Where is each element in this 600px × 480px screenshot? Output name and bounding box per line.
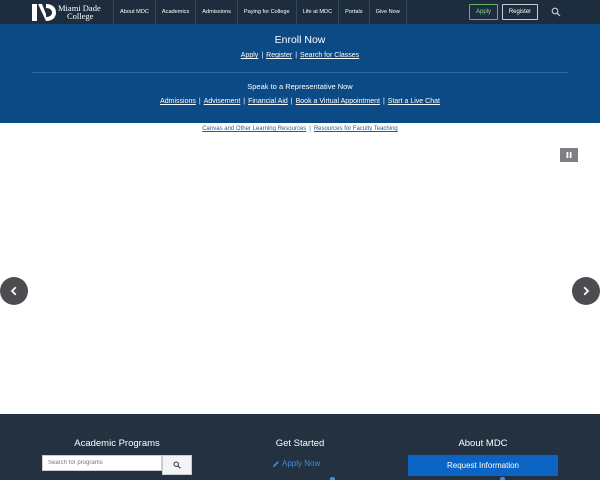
search-icon[interactable] bbox=[551, 7, 561, 17]
mdc-logo[interactable]: Miami Dade College bbox=[32, 2, 101, 22]
carousel-prev-button[interactable] bbox=[0, 277, 28, 305]
academic-programs-title: Academic Programs bbox=[74, 438, 160, 449]
nav-admissions[interactable]: Admissions bbox=[195, 0, 237, 24]
search-classes-link[interactable]: Search for Classes bbox=[300, 52, 359, 59]
logo-wordmark: Miami Dade College bbox=[58, 3, 101, 21]
financial-aid-link[interactable]: Financial Aid bbox=[248, 98, 288, 105]
enroll-register-link[interactable]: Register bbox=[266, 52, 292, 59]
enroll-links: Apply | Register | Search for Classes bbox=[0, 52, 600, 59]
main-menu: About MDC Academics Admissions Paying fo… bbox=[113, 0, 407, 24]
register-button[interactable]: Register bbox=[502, 4, 538, 20]
nav-paying-for-college[interactable]: Paying for College bbox=[236, 0, 296, 24]
separator: | bbox=[382, 98, 385, 105]
enroll-banner: Enroll Now Apply | Register | Search for Cla… bbox=[0, 24, 600, 123]
about-mdc-title: About MDC bbox=[458, 438, 508, 449]
faculty-resources-link[interactable]: Resources for Faculty Teaching bbox=[314, 126, 398, 132]
enroll-apply-link[interactable]: Apply bbox=[241, 52, 259, 59]
separator: | bbox=[261, 52, 264, 59]
logo-line-2: College bbox=[67, 11, 94, 21]
speak-title: Speak to a Representative Now bbox=[247, 82, 353, 91]
pause-icon bbox=[566, 152, 572, 158]
pause-button[interactable] bbox=[560, 148, 578, 162]
program-search-input[interactable] bbox=[42, 455, 162, 471]
learning-resources-link[interactable]: Canvas and Other Learning Resources bbox=[202, 126, 306, 132]
pencil-icon bbox=[273, 460, 279, 467]
admissions-link[interactable]: Admissions bbox=[160, 98, 196, 105]
chevron-right-icon bbox=[583, 286, 590, 296]
search-icon bbox=[173, 461, 181, 469]
program-search-button[interactable] bbox=[162, 455, 192, 475]
carousel-next-button[interactable] bbox=[572, 277, 600, 305]
resources-links: Canvas and Other Learning Resources | Reso… bbox=[0, 126, 600, 132]
separator: | bbox=[198, 98, 201, 105]
hero-carousel bbox=[0, 140, 600, 414]
chevron-left-icon bbox=[10, 286, 17, 296]
get-started-title: Get Started bbox=[275, 438, 325, 449]
speak-links: Admissions | Advisement | Financial Aid | Book… bbox=[0, 98, 600, 105]
separator: | bbox=[243, 98, 246, 105]
request-information-button[interactable]: Request Information bbox=[408, 455, 558, 476]
separator: | bbox=[295, 52, 298, 59]
nav-life-at-mdc[interactable]: Life at MDC bbox=[295, 0, 339, 24]
advisement-link[interactable]: Advisement bbox=[204, 98, 241, 105]
footer: Academic Programs Get Started Apply Now … bbox=[0, 414, 600, 480]
banner-divider bbox=[32, 72, 568, 73]
apply-now-label: Apply Now bbox=[282, 459, 321, 468]
nav-about-mdc[interactable]: About MDC bbox=[113, 0, 155, 24]
nav-academics[interactable]: Academics bbox=[154, 0, 195, 24]
enroll-title: Enroll Now bbox=[274, 34, 326, 46]
top-navigation-bar: Miami Dade College About MDC Academics A… bbox=[0, 0, 600, 24]
separator: | bbox=[309, 126, 311, 132]
virtual-appointment-link[interactable]: Book a Virtual Appointment bbox=[296, 98, 380, 105]
apply-now-link[interactable]: Apply Now bbox=[272, 459, 320, 468]
nav-portals[interactable]: Portals bbox=[338, 0, 368, 24]
mdc-logo-icon bbox=[32, 3, 56, 21]
apply-button[interactable]: Apply bbox=[469, 4, 498, 20]
live-chat-link[interactable]: Start a Live Chat bbox=[388, 98, 440, 105]
separator: | bbox=[290, 98, 293, 105]
nav-give-now[interactable]: Give Now bbox=[368, 0, 407, 24]
